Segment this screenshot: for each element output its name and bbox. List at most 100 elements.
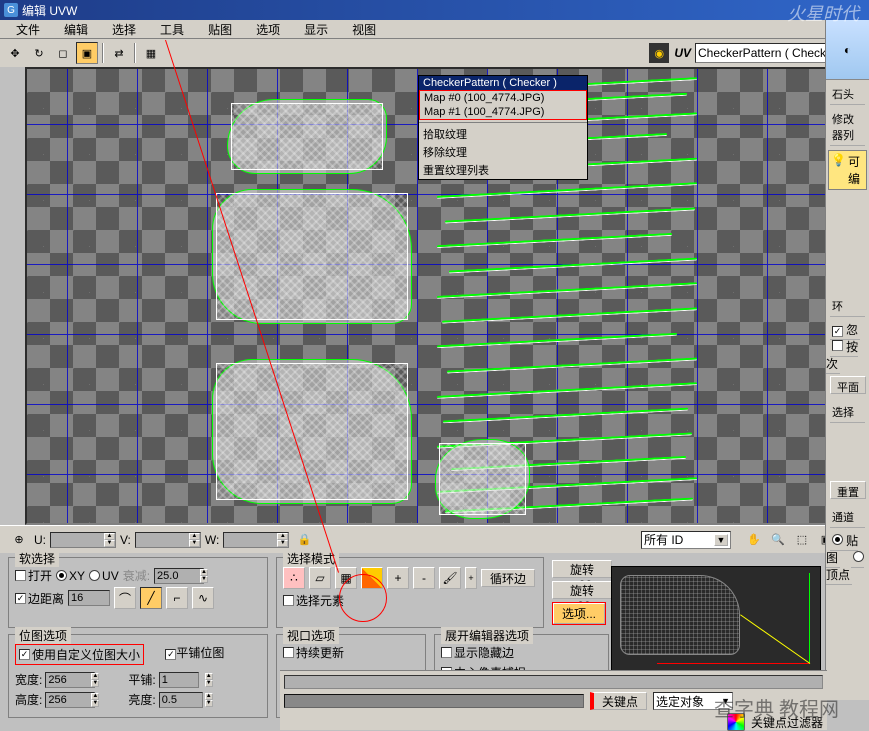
watermark-top: 火星时代 <box>787 0 859 26</box>
uvw-coordinates-row: ⊕ U: ▲▼ V: ▲▼ W: ▲▼ 🔒 所有 ID ▼ ✋ 🔍 ⬚ ▣ ⊡ <box>0 525 869 553</box>
u-input[interactable] <box>51 533 104 547</box>
height-spinner[interactable]: ▲▼ <box>45 692 95 708</box>
modifier-stack-row[interactable]: 💡可编 <box>828 150 867 190</box>
tile-spinner[interactable]: ▲▼ <box>159 672 199 688</box>
axis-y <box>809 573 810 664</box>
width-input[interactable] <box>46 673 91 687</box>
object-name[interactable]: 石头 <box>830 84 865 105</box>
zoom-tool[interactable]: 🔍 <box>767 529 789 551</box>
options-button[interactable]: 选项... <box>553 603 605 624</box>
menu-edit[interactable]: 编辑 <box>52 21 100 38</box>
w-spinner[interactable]: ▲▼ <box>223 532 289 548</box>
w-label: W: <box>205 533 219 547</box>
bitmap-opts-legend: 位图选项 <box>15 627 71 644</box>
paint-sel[interactable]: 🖌 <box>439 567 461 589</box>
ignore-checkbox[interactable]: ✓ 忽 <box>830 323 860 340</box>
mirror-tool[interactable]: ⇄ <box>108 42 130 64</box>
menu-select[interactable]: 选择 <box>100 21 148 38</box>
v-input[interactable] <box>136 533 189 547</box>
falloff-input[interactable] <box>155 569 200 583</box>
move-tool[interactable]: ✥ <box>4 42 26 64</box>
edge-spinner[interactable]: ▲▼ <box>68 590 110 606</box>
uv-island[interactable] <box>212 359 412 504</box>
uvw-mode-icon[interactable]: ⊕ <box>8 529 30 551</box>
planar-button[interactable]: 平面 <box>830 376 866 394</box>
time-slider[interactable] <box>284 675 823 689</box>
texture-dropdown-menu: CheckerPattern ( Checker ) Map #0 (100_4… <box>418 75 588 180</box>
grow-loop[interactable]: + <box>465 567 477 589</box>
lock-icon[interactable]: 🔒 <box>293 529 315 551</box>
rotate-m90[interactable]: 旋转 -90 <box>552 581 612 599</box>
id-label: 所有 ID <box>644 531 683 548</box>
dropdown-opt-remove[interactable]: 移除纹理 <box>419 143 587 161</box>
bright-label: 亮度: <box>128 691 155 708</box>
menu-tools[interactable]: 工具 <box>148 21 196 38</box>
edge-mode[interactable]: ▱ <box>309 567 331 589</box>
shrink-sel[interactable]: - <box>413 567 435 589</box>
width-spinner[interactable]: ▲▼ <box>45 672 95 688</box>
uv-island[interactable] <box>435 439 530 519</box>
toolbar: ✥ ↻ ◻ ▣ ⇄ ▦ ◉ UV CheckerPattern ( Checke… <box>0 39 869 67</box>
menu-display[interactable]: 显示 <box>292 21 340 38</box>
vertex-mode[interactable]: ∴ <box>283 567 305 589</box>
falloff-curve-4[interactable]: ∿ <box>192 587 214 609</box>
uv-island[interactable] <box>212 189 412 324</box>
use-custom-checkbox[interactable]: ✓使用自定义位图大小 <box>19 646 140 663</box>
reset-button[interactable]: 重置 <box>830 481 866 499</box>
dropdown-opt-checker[interactable]: CheckerPattern ( Checker ) <box>419 76 587 90</box>
scale-tool[interactable]: ◻ <box>52 42 74 64</box>
soft-select-panel: 软选择 打开 XY UV 衰减: ▲▼ ✓边距离 ▲▼ ⌒ ╱ ⌐ ∿ <box>8 557 268 628</box>
dropdown-separator <box>419 122 587 123</box>
trackbar[interactable] <box>284 694 584 708</box>
dropdown-opt-map1[interactable]: Map #1 (100_4774.JPG) <box>420 105 586 119</box>
u-spinner[interactable]: ▲▼ <box>50 532 116 548</box>
key-button[interactable]: 关键点 <box>590 692 647 710</box>
bright-spinner[interactable]: ▲▼ <box>159 692 203 708</box>
tile-input[interactable] <box>160 673 205 687</box>
tile-checkbox[interactable]: ✓平铺位图 <box>165 646 224 660</box>
uv-label: UV <box>674 46 691 60</box>
separator <box>102 43 104 63</box>
uv-island[interactable] <box>227 99 387 174</box>
dropdown-opt-pick[interactable]: 拾取纹理 <box>419 125 587 143</box>
show-map-tool[interactable]: ▦ <box>140 42 162 64</box>
keep-update-checkbox[interactable]: 持续更新 <box>283 644 344 661</box>
uv-radio[interactable]: UV <box>89 569 119 583</box>
edge-dist-checkbox[interactable]: ✓边距离 <box>15 590 64 607</box>
axis-x <box>657 663 810 664</box>
loop-button[interactable]: 循环边 <box>481 569 535 587</box>
pan-tool[interactable]: ✋ <box>743 529 765 551</box>
panel-tab-icon[interactable]: ◐ <box>826 20 869 80</box>
menu-options[interactable]: 选项 <box>244 21 292 38</box>
w-input[interactable] <box>224 533 277 547</box>
height-label: 高度: <box>15 691 42 708</box>
menu-view[interactable]: 视图 <box>340 21 388 38</box>
falloff-spinner[interactable]: ▲▼ <box>154 568 204 584</box>
zoom-region-tool[interactable]: ⬚ <box>791 529 813 551</box>
bright-input[interactable] <box>160 693 205 707</box>
falloff-curve-2[interactable]: ╱ <box>140 587 162 609</box>
watermark-bottom: 查字典 教程网 <box>714 693 839 722</box>
edge-input[interactable] <box>69 591 114 605</box>
falloff-curve-1[interactable]: ⌒ <box>114 587 136 609</box>
xy-radio[interactable]: XY <box>56 569 85 583</box>
menu-map[interactable]: 贴图 <box>196 21 244 38</box>
byaxis-checkbox[interactable]: 按次 <box>826 340 858 374</box>
rotate-p90[interactable]: 旋转 +90 <box>552 560 612 578</box>
dropdown-opt-map0[interactable]: Map #0 (100_4774.JPG) <box>420 91 586 105</box>
dropdown-opt-reset[interactable]: 重置纹理列表 <box>419 161 587 179</box>
show-hidden-checkbox[interactable]: 显示隐藏边 <box>441 644 514 661</box>
grow-sel[interactable]: + <box>387 567 409 589</box>
height-input[interactable] <box>46 693 91 707</box>
menu-file[interactable]: 文件 <box>4 21 52 38</box>
uv-globe-icon[interactable]: ◉ <box>648 42 670 64</box>
id-dropdown[interactable]: 所有 ID ▼ <box>641 531 731 549</box>
v-spinner[interactable]: ▲▼ <box>135 532 201 548</box>
rollout-env[interactable]: 环 <box>830 296 865 317</box>
freeform-tool[interactable]: ▣ <box>76 42 98 64</box>
select-elem-checkbox[interactable]: 选择元素 <box>283 592 344 609</box>
open-checkbox[interactable]: 打开 <box>15 567 52 584</box>
mini-viewport[interactable] <box>611 566 821 671</box>
rotate-tool[interactable]: ↻ <box>28 42 50 64</box>
falloff-curve-3[interactable]: ⌐ <box>166 587 188 609</box>
